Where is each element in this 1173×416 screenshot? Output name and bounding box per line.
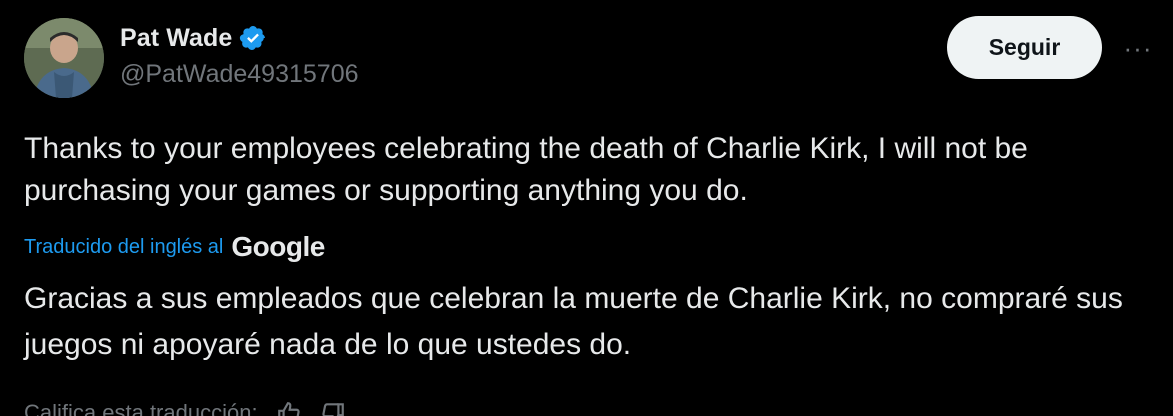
google-logo: Google bbox=[231, 231, 325, 262]
translation-attribution: Traducido del inglés al Google bbox=[24, 230, 325, 264]
thumbs-down-icon[interactable] bbox=[320, 400, 346, 416]
post-text: Thanks to your employees celebrating the… bbox=[24, 132, 1028, 207]
rate-translation-label: Califica esta traducción: bbox=[24, 400, 258, 416]
author-display-name[interactable]: Pat Wade bbox=[120, 24, 232, 53]
thumbs-up-icon[interactable] bbox=[276, 400, 302, 416]
translated-post-text: Gracias a sus empleados que celebran la … bbox=[24, 282, 1123, 361]
author-name-row[interactable]: Pat Wade bbox=[120, 20, 267, 56]
verified-badge-icon[interactable] bbox=[239, 24, 267, 52]
avatar[interactable] bbox=[24, 18, 104, 98]
rate-translation-row: Califica esta traducción: bbox=[24, 398, 346, 416]
follow-button[interactable]: Seguir bbox=[947, 16, 1102, 79]
more-options-icon[interactable]: ··· bbox=[1120, 30, 1156, 66]
author-handle[interactable]: @PatWade49315706 bbox=[120, 60, 359, 89]
user-photo-icon bbox=[24, 18, 104, 98]
translated-from-link[interactable]: Traducido del inglés al bbox=[24, 236, 223, 259]
